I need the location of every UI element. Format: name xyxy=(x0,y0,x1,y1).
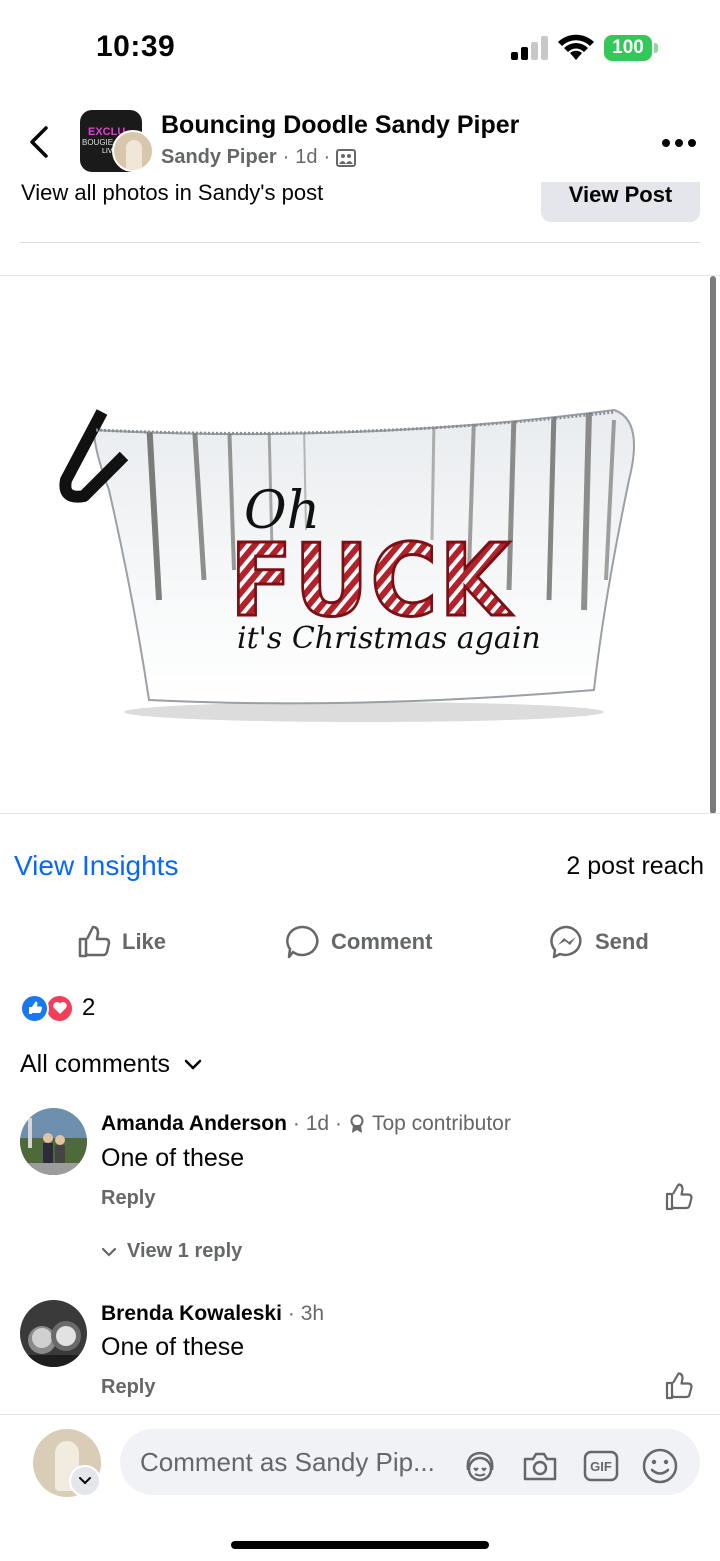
post-meta: Sandy Piper · 1d · xyxy=(161,146,357,169)
author-name[interactable]: Sandy Piper xyxy=(161,146,277,169)
divider xyxy=(0,813,720,814)
award-badge-icon xyxy=(350,1114,364,1133)
comment-header: Brenda Kowaleski · 3h xyxy=(101,1302,324,1326)
battery-level: 100 xyxy=(604,35,652,61)
reply-button[interactable]: Reply xyxy=(101,1376,155,1399)
send-label: Send xyxy=(595,929,649,954)
comment-input[interactable]: Comment as Sandy Pip... GIF xyxy=(120,1429,700,1495)
contributor-badge: Top contributor xyxy=(371,1112,511,1135)
commenter-name[interactable]: Amanda Anderson xyxy=(101,1112,287,1136)
comment-header: Amanda Anderson · 1d · Top contributor xyxy=(101,1112,511,1136)
view-all-photos-text: View all photos in Sandy's post xyxy=(21,180,324,205)
love-reaction-icon xyxy=(45,993,74,1023)
comment-text: One of these xyxy=(101,1333,245,1361)
more-options-icon[interactable] xyxy=(662,136,696,150)
commenter-avatar[interactable] xyxy=(20,1108,87,1175)
camera-icon[interactable] xyxy=(520,1446,560,1486)
group-name[interactable]: Bouncing Doodle Sandy Piper xyxy=(161,111,519,140)
comment-input-placeholder: Comment as Sandy Pip... xyxy=(140,1447,435,1477)
battery-icon: 100 xyxy=(604,35,658,61)
product-text-tagline: it's Christmas again xyxy=(237,621,541,656)
chevron-down-icon[interactable] xyxy=(69,1465,101,1497)
like-button[interactable]: Like xyxy=(76,918,166,966)
svg-text:GIF: GIF xyxy=(590,1459,612,1474)
like-reaction-icon xyxy=(20,993,49,1023)
send-button[interactable]: Send xyxy=(549,918,649,966)
comment-button[interactable]: Comment xyxy=(285,918,432,966)
wifi-icon xyxy=(558,34,594,60)
meta-separator-2: · xyxy=(323,146,331,168)
post-age: 1d xyxy=(295,146,318,168)
view-replies-label: View 1 reply xyxy=(127,1240,243,1262)
post-actions: Like Comment Send xyxy=(0,918,720,968)
emoji-icon[interactable] xyxy=(640,1446,680,1486)
comment-like-icon[interactable] xyxy=(664,1371,694,1401)
comment-meta: · 1d · xyxy=(292,1112,342,1135)
comment-bubble-icon xyxy=(286,925,319,959)
commenter-avatar[interactable] xyxy=(20,1300,87,1367)
post-header: EXCLU BOUGIE-OR LIVE Bouncing Doodle San… xyxy=(0,100,720,182)
reply-button[interactable]: Reply xyxy=(101,1187,155,1210)
view-replies-button[interactable]: View 1 reply xyxy=(101,1240,242,1263)
view-post-button[interactable]: View Post xyxy=(541,176,700,222)
comment-like-icon[interactable] xyxy=(664,1182,694,1212)
view-all-photos-row: View all photos in Sandy's post View Pos… xyxy=(0,176,720,246)
author-avatar[interactable] xyxy=(112,130,154,172)
status-bar: 10:39 100 xyxy=(0,0,720,96)
gif-icon[interactable]: GIF xyxy=(581,1446,621,1486)
status-time: 10:39 xyxy=(96,30,176,63)
view-insights-link[interactable]: View Insights xyxy=(14,850,178,882)
chevron-down-icon xyxy=(101,1247,117,1257)
comment-label: Comment xyxy=(331,929,433,954)
scrollbar[interactable] xyxy=(710,276,716,814)
avatar-sticker-icon[interactable] xyxy=(460,1446,500,1486)
comments-filter-dropdown[interactable]: All comments xyxy=(20,1050,202,1079)
thumbs-up-icon xyxy=(78,925,111,958)
post-reach-text: 2 post reach xyxy=(566,852,704,880)
back-chevron-icon[interactable] xyxy=(24,122,54,162)
group-audience-icon xyxy=(336,148,357,167)
comments-filter-label: All comments xyxy=(20,1050,171,1078)
meta-separator: · xyxy=(282,146,290,168)
home-indicator[interactable] xyxy=(231,1541,489,1549)
comment-text: One of these xyxy=(101,1144,245,1172)
messenger-icon xyxy=(550,925,582,959)
product-photo[interactable]: Oh FUCK it's Christmas again xyxy=(54,400,644,730)
comment-meta: · 3h xyxy=(287,1302,325,1325)
comment-composer: Comment as Sandy Pip... GIF xyxy=(0,1414,720,1561)
reaction-count: 2 xyxy=(82,994,96,1021)
like-label: Like xyxy=(122,929,167,954)
chevron-down-icon xyxy=(184,1059,202,1070)
cellular-signal-icon xyxy=(511,36,548,60)
commenter-name[interactable]: Brenda Kowaleski xyxy=(101,1302,282,1326)
reactions-summary[interactable]: 2 xyxy=(20,993,95,1023)
